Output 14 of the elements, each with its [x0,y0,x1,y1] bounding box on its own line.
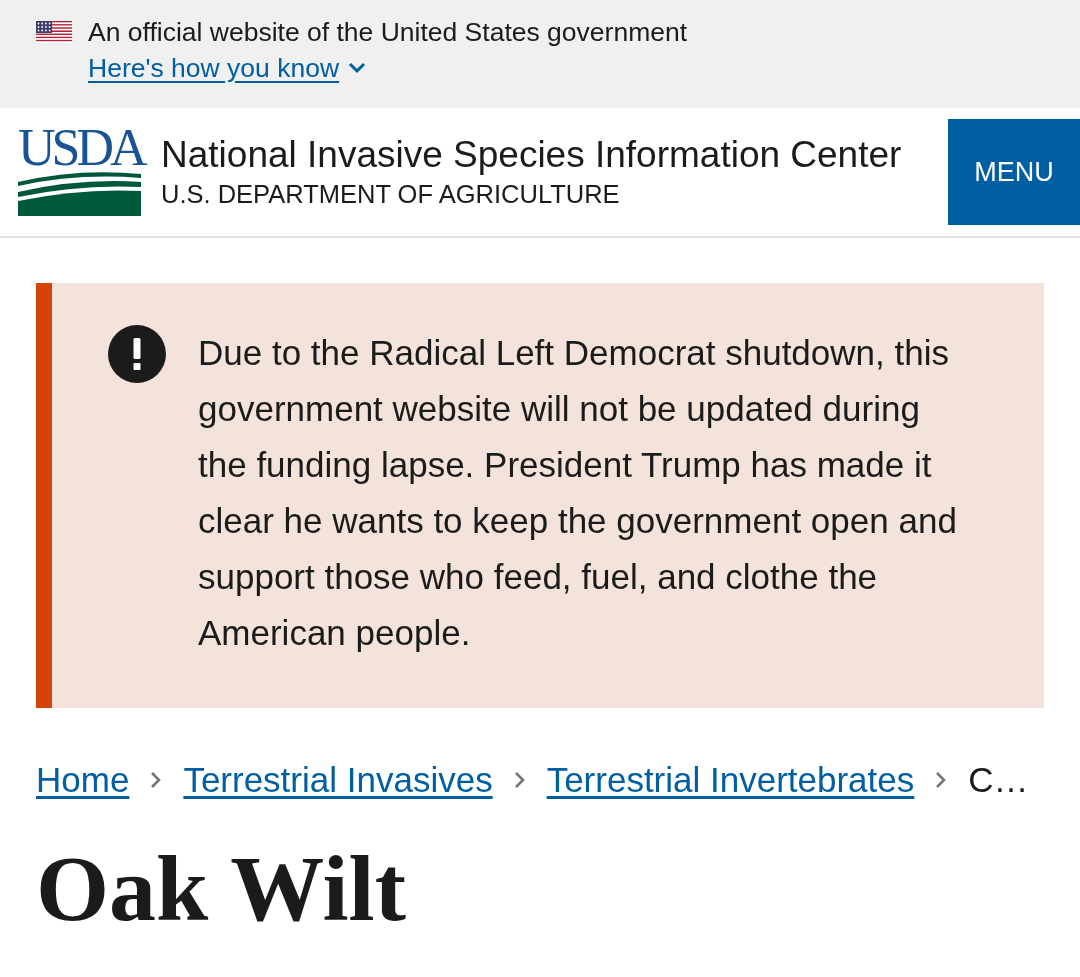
breadcrumb-link[interactable]: Home [36,758,130,802]
menu-button[interactable]: MENU [948,119,1080,225]
exclamation-icon [108,325,166,383]
alert-message: Due to the Radical Left Democrat shutdown, this government website will not be updated during the funding lapse. President Trump has made it clear he wants to keep the government open and support those who feed, fuel, and clothe the American people. [198,332,958,654]
how-you-know-link[interactable]: Here's how you know [88,50,367,86]
department-name: U.S. DEPARTMENT OF AGRICULTURE [161,179,621,210]
page-title: Oak Wilt [36,838,408,938]
breadcrumb-current: C… [968,759,1029,801]
us-flag-icon [36,21,72,43]
breadcrumb-link[interactable]: Terrestrial Invasives [183,758,493,802]
breadcrumb-link[interactable]: Terrestrial Invertebrates [546,758,915,802]
official-site-text: An official website of the United States government [88,16,688,49]
chevron-right-icon [512,771,527,789]
site-title: National Invasive Species Information Center [161,133,903,177]
